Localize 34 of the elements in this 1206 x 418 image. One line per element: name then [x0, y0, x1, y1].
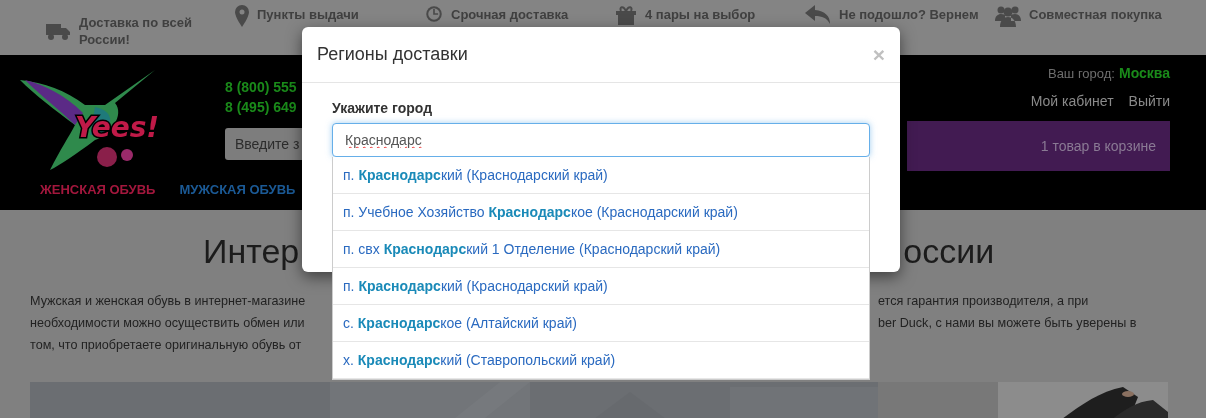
delivery-feature[interactable]: Срочная доставка — [451, 6, 569, 23]
suggestion-item[interactable]: п. Учебное Хозяйство Краснодарское (Краснодарский край) — [333, 194, 869, 231]
page-heading: Интер — [203, 231, 300, 271]
suggestion-item[interactable]: п. свх Краснодарский 1 Отделение (Краснодарский край) — [333, 231, 869, 268]
city-link[interactable]: Москва — [1118, 65, 1170, 81]
description-text: том, что приобретаете оригинальную обувь от — [30, 337, 303, 354]
suggestion-item[interactable]: п. Краснодарский (Краснодарский край) — [333, 157, 869, 194]
description-text: необходимости можно осуществить обмен или — [30, 315, 306, 332]
group-icon — [995, 5, 1021, 27]
delivery-feature[interactable]: Доставка по всей России! — [79, 14, 209, 48]
field-label: Укажите город — [332, 100, 434, 116]
suggestion-item[interactable]: х. Краснодарский (Ставропольский край) — [333, 342, 869, 379]
delivery-feature[interactable]: Пункты выдачи — [257, 6, 359, 23]
page-heading: оссии — [903, 231, 995, 271]
suggestion-item[interactable]: п. Краснодарский (Краснодарский край) — [333, 268, 869, 305]
return-arrow-icon — [805, 5, 831, 25]
cart-button[interactable]: 1 товар в корзине — [907, 121, 1170, 171]
clock-icon — [425, 5, 443, 23]
category-link[interactable]: МУЖСКАЯ ОБУВЬ — [179, 182, 296, 197]
description-text: ber Duck, с нами вы можете быть уверены в — [878, 315, 1137, 332]
account-link[interactable]: Выйти — [1128, 93, 1170, 109]
description-text: ется гарантия производителя, а при — [878, 293, 1090, 310]
description-text: Мужская и женская обувь в интернет-магазине — [30, 293, 307, 310]
gift-icon — [615, 5, 637, 25]
delivery-feature[interactable]: Не подошло? Вернем — [839, 6, 979, 23]
city-input-field[interactable]: Краснодарс — [332, 123, 870, 157]
delivery-feature[interactable]: 4 пары на выбор — [645, 6, 756, 23]
suggestion-item[interactable]: с. Краснодарское (Алтайский край) — [333, 305, 869, 342]
pin-icon — [235, 5, 249, 27]
delivery-feature[interactable]: Совместная покупка — [1029, 6, 1162, 23]
dialog-title: Регионы доставки — [317, 44, 468, 65]
category-link[interactable]: ЖЕНСКАЯ ОБУВЬ — [40, 182, 156, 197]
account-link[interactable]: Мой кабинет — [1030, 93, 1114, 109]
city-label: Ваш город: — [1047, 66, 1115, 81]
